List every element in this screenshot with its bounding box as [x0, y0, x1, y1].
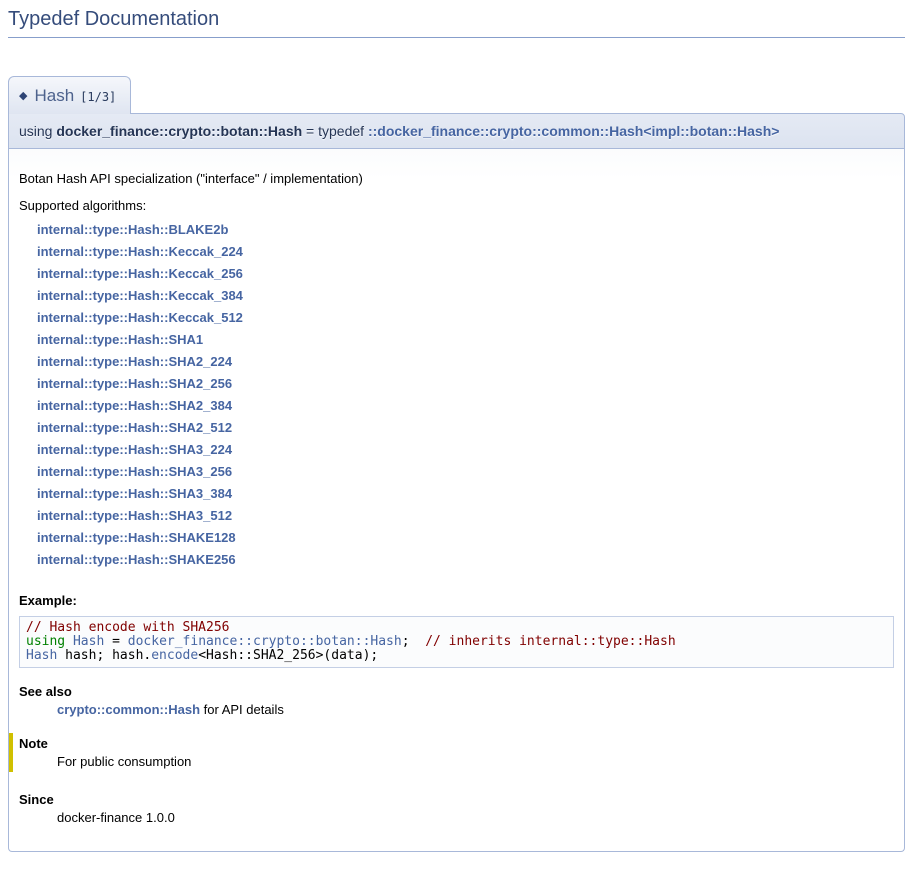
code-plain-text: ;: [402, 634, 425, 649]
algorithm-link[interactable]: internal::type::Hash::Keccak_224: [37, 241, 894, 263]
code-fragment: // Hash encode with SHA256 using Hash = …: [19, 616, 894, 668]
code-line: // Hash encode with SHA256: [26, 621, 887, 635]
code-comment: // Hash encode with SHA256: [26, 620, 230, 635]
member-prototype-bar: using docker_finance::crypto::botan::Has…: [8, 113, 905, 149]
code-plain-text: hash; hash.: [57, 648, 151, 663]
see-also-entry: crypto::common::Hash for API details: [57, 702, 894, 717]
algorithm-link[interactable]: internal::type::Hash::SHA2_384: [37, 395, 894, 417]
algorithm-link[interactable]: internal::type::Hash::Keccak_512: [37, 307, 894, 329]
since-label: Since: [19, 792, 894, 807]
algorithm-link[interactable]: internal::type::Hash::SHA3_384: [37, 483, 894, 505]
see-also-text: for API details: [200, 702, 284, 717]
since-text: docker-finance 1.0.0: [57, 810, 894, 825]
member-doc-body: Botan Hash API specialization ("interfac…: [8, 149, 905, 852]
algorithm-link[interactable]: internal::type::Hash::SHA2_512: [37, 417, 894, 439]
code-keyword-using: using: [26, 634, 73, 649]
note-text: For public consumption: [57, 754, 894, 769]
algorithm-link[interactable]: internal::type::Hash::Keccak_384: [37, 285, 894, 307]
proto-typedef-name: docker_finance::crypto::botan::Hash: [56, 123, 302, 139]
since-section: Since docker-finance 1.0.0: [19, 792, 894, 825]
code-link-hash[interactable]: Hash: [26, 648, 57, 663]
see-also-section: See also crypto::common::Hash for API de…: [19, 684, 894, 717]
proto-target-link[interactable]: ::docker_finance::crypto::common::Hash<i…: [368, 123, 779, 139]
member-title-tab: ◆ Hash [1/3]: [8, 76, 131, 114]
page-root: Typedef Documentation ◆ Hash [1/3] using d…: [0, 0, 913, 852]
algorithm-link[interactable]: internal::type::Hash::SHA1: [37, 329, 894, 351]
proto-equals-text: = typedef: [302, 123, 368, 139]
algorithm-link[interactable]: internal::type::Hash::BLAKE2b: [37, 219, 894, 241]
permalink-anchor-icon[interactable]: ◆: [19, 90, 27, 102]
algorithm-link-list: internal::type::Hash::BLAKE2binternal::t…: [37, 219, 894, 571]
member-description: Botan Hash API specialization ("interfac…: [19, 171, 894, 186]
see-also-link[interactable]: crypto::common::Hash: [57, 702, 200, 717]
note-section: Note For public consumption: [9, 733, 894, 772]
code-line: Hash hash; hash.encode<Hash::SHA2_256>(d…: [26, 649, 887, 663]
algorithm-link[interactable]: internal::type::Hash::Keccak_256: [37, 263, 894, 285]
note-label: Note: [19, 736, 894, 751]
code-line: using Hash = docker_finance::crypto::bot…: [26, 635, 887, 649]
supported-algorithms-label: Supported algorithms:: [19, 198, 894, 213]
example-label: Example:: [19, 593, 894, 608]
code-plain-text: =: [104, 634, 127, 649]
member-overload-badge: [1/3]: [80, 90, 116, 104]
code-link-encode[interactable]: encode: [151, 648, 198, 663]
code-link-botan-hash[interactable]: docker_finance::crypto::botan::Hash: [128, 634, 402, 649]
code-link-hash[interactable]: Hash: [73, 634, 104, 649]
proto-using-keyword: using: [19, 123, 56, 139]
example-section: Example:: [19, 593, 894, 608]
algorithm-link[interactable]: internal::type::Hash::SHA3_256: [37, 461, 894, 483]
algorithm-link[interactable]: internal::type::Hash::SHAKE256: [37, 549, 894, 571]
section-heading: Typedef Documentation: [8, 0, 905, 38]
member-name-label: Hash: [34, 86, 74, 105]
algorithm-link[interactable]: internal::type::Hash::SHA2_224: [37, 351, 894, 373]
algorithm-link[interactable]: internal::type::Hash::SHAKE128: [37, 527, 894, 549]
algorithm-link[interactable]: internal::type::Hash::SHA3_512: [37, 505, 894, 527]
member-item: using docker_finance::crypto::botan::Has…: [8, 113, 905, 852]
member-card: ◆Hash[1/3] using docker_finance::crypto:…: [8, 76, 905, 852]
algorithm-link[interactable]: internal::type::Hash::SHA2_256: [37, 373, 894, 395]
see-also-label: See also: [19, 684, 894, 699]
code-comment: // inherits internal::type::Hash: [425, 634, 675, 649]
code-plain-text: <Hash::SHA2_256>(data);: [198, 648, 378, 663]
algorithm-link[interactable]: internal::type::Hash::SHA3_224: [37, 439, 894, 461]
